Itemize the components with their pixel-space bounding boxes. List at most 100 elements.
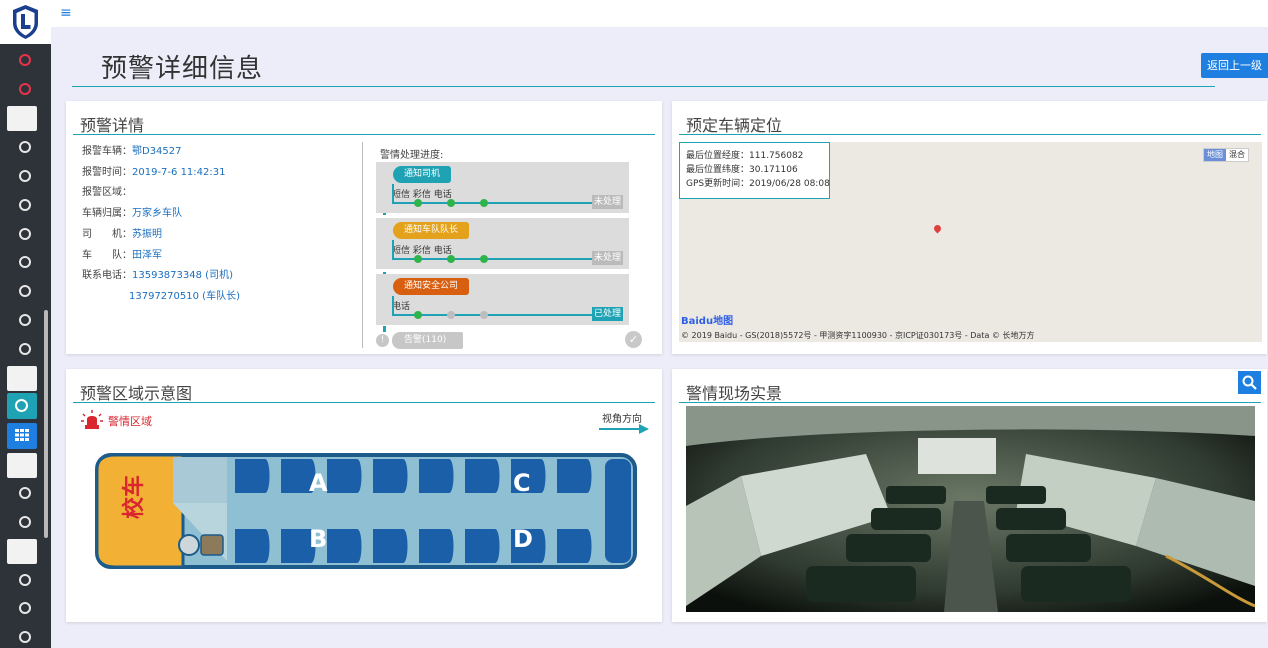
warning-zone-label: 警情区域 bbox=[108, 415, 152, 428]
zone-a-label: A bbox=[309, 469, 328, 497]
page-title: 预警详细信息 bbox=[101, 54, 264, 84]
scene-panel: 警情现场实景 bbox=[672, 369, 1267, 622]
map-type-toggle: 地图 混合 bbox=[1203, 148, 1249, 162]
nav-item-8[interactable] bbox=[19, 256, 31, 268]
stage-badge: 通知车队队长 bbox=[393, 222, 470, 239]
field-value: 苏振明 bbox=[132, 229, 162, 240]
map-copyright: © 2019 Baidu - GS(2018)5572号 - 甲测资字11009… bbox=[681, 331, 1035, 340]
nav-item-2[interactable] bbox=[19, 83, 31, 95]
stage-line bbox=[392, 202, 592, 204]
panel-title-location: 预定车辆定位 bbox=[686, 116, 783, 135]
scene-camera-image[interactable] bbox=[686, 406, 1255, 612]
title-divider bbox=[72, 86, 1215, 87]
search-button[interactable] bbox=[1238, 371, 1261, 394]
field-value: 鄂D34527 bbox=[132, 146, 182, 157]
nav-item-6[interactable] bbox=[19, 199, 31, 211]
nav-item-16[interactable] bbox=[19, 516, 31, 528]
nav-item-11[interactable] bbox=[19, 343, 31, 355]
field-phone: 联系电话：13593873348 (司机) bbox=[82, 269, 233, 283]
call-status-dot bbox=[480, 255, 488, 263]
nav-item-active[interactable] bbox=[7, 393, 37, 419]
call-status-dot bbox=[480, 199, 488, 207]
field-fleet: 车 队：田泽军 bbox=[82, 249, 162, 263]
panel-title-zone: 预警区域示意图 bbox=[80, 384, 193, 403]
complete-check-icon: ✓ bbox=[625, 331, 642, 348]
column-divider bbox=[362, 142, 363, 348]
nav-item-14[interactable] bbox=[7, 453, 37, 478]
pending-dot bbox=[447, 311, 455, 319]
sidebar-scrollbar[interactable] bbox=[44, 310, 48, 538]
zone-panel: 预警区域示意图 警情区域 视角方向 校车 A B C D bbox=[66, 369, 662, 622]
stage-methods: 电话 bbox=[392, 302, 411, 312]
baidu-logo: Baidu地图 bbox=[681, 316, 734, 327]
grid-icon bbox=[15, 429, 29, 441]
map-type-map[interactable]: 地图 bbox=[1204, 149, 1226, 161]
panel-title-detail: 预警详情 bbox=[80, 116, 145, 135]
field-phone-2: 13797270510 (车队长) bbox=[129, 290, 240, 304]
search-icon bbox=[1242, 375, 1257, 390]
nav-item-4[interactable] bbox=[19, 141, 31, 153]
nav-item-9[interactable] bbox=[19, 285, 31, 297]
field-value: 田泽军 bbox=[132, 250, 162, 261]
field-time: 报警时间：2019-7-6 11:42:31 bbox=[82, 166, 225, 180]
field-driver: 司 机：苏振明 bbox=[82, 228, 162, 242]
field-value: 13797270510 (车队长) bbox=[129, 291, 240, 302]
alarm-110-pill: 告警(110) bbox=[392, 332, 463, 349]
panel-title-scene: 警情现场实景 bbox=[686, 384, 783, 403]
field-label: 报警时间： bbox=[82, 167, 132, 178]
field-label: 报警区域： bbox=[82, 187, 132, 198]
nav-item-20[interactable] bbox=[19, 631, 31, 643]
stage-connector bbox=[392, 184, 394, 204]
field-area: 报警区域： bbox=[82, 186, 132, 200]
sidebar bbox=[0, 0, 51, 648]
view-direction-label: 视角方向 bbox=[602, 414, 642, 425]
circle-icon bbox=[15, 399, 28, 412]
nav-item-3[interactable] bbox=[7, 106, 37, 131]
map-type-hybrid[interactable]: 混合 bbox=[1226, 149, 1248, 161]
info-label: GPS更新时间： bbox=[686, 179, 750, 189]
nav-item-10[interactable] bbox=[19, 314, 31, 326]
topbar: ≡ bbox=[51, 0, 1268, 27]
info-label: 最后位置纬度： bbox=[686, 165, 750, 175]
detail-panel: 预警详情 报警车辆：鄂D34527 报警时间：2019-7-6 11:42:31… bbox=[66, 101, 662, 354]
pending-icon: ! bbox=[376, 334, 389, 347]
field-label: 车辆归属： bbox=[82, 208, 132, 219]
field-vehicle: 报警车辆：鄂D34527 bbox=[82, 145, 182, 159]
nav-item-grid[interactable] bbox=[7, 423, 37, 449]
panel-divider bbox=[73, 134, 655, 135]
nav-item-19[interactable] bbox=[19, 602, 31, 614]
stage-line bbox=[392, 258, 592, 260]
panel-divider bbox=[679, 134, 1261, 135]
nav-item-15[interactable] bbox=[19, 487, 31, 499]
zone-b-label: B bbox=[309, 525, 327, 553]
latitude-row: 最后位置纬度：30.171106 bbox=[686, 163, 823, 177]
nav-item-17[interactable] bbox=[7, 539, 37, 564]
stage-status: 未处理 bbox=[592, 251, 624, 265]
arrow-right-icon bbox=[599, 424, 649, 434]
back-button[interactable]: 返回上一级 bbox=[1201, 53, 1268, 78]
stage-notify-security: 通知安全公司 电话 已处理 bbox=[376, 274, 629, 325]
nav-item-18[interactable] bbox=[19, 574, 31, 586]
stage-connector bbox=[392, 296, 394, 316]
mms-status-dot bbox=[447, 199, 455, 207]
nav-item-1[interactable] bbox=[19, 54, 31, 66]
field-value: 2019-7-6 11:42:31 bbox=[132, 167, 226, 178]
stage-methods: 短信 彩信 电话 bbox=[392, 246, 452, 256]
stage-badge: 通知司机 bbox=[393, 166, 452, 183]
shield-logo-icon bbox=[13, 5, 38, 39]
app-logo[interactable] bbox=[0, 0, 51, 44]
longitude-row: 最后位置经度：111.756082 bbox=[686, 149, 823, 163]
stage-line bbox=[392, 314, 592, 316]
zone-c-label: C bbox=[513, 469, 531, 497]
stage-notify-driver: 通知司机 短信 彩信 电话 未处理 bbox=[376, 162, 629, 213]
panel-divider bbox=[679, 402, 1261, 403]
nav-item-7[interactable] bbox=[19, 228, 31, 240]
stage-notify-leader: 通知车队队长 短信 彩信 电话 未处理 bbox=[376, 218, 629, 269]
call-status-dot bbox=[414, 311, 422, 319]
info-value: 111.756082 bbox=[749, 151, 804, 161]
nav-item-12[interactable] bbox=[7, 366, 37, 391]
nav-item-5[interactable] bbox=[19, 170, 31, 182]
info-value: 2019/06/28 08:08 bbox=[749, 179, 830, 189]
hamburger-icon[interactable]: ≡ bbox=[60, 6, 72, 20]
bus-interior-photo bbox=[686, 406, 1255, 612]
